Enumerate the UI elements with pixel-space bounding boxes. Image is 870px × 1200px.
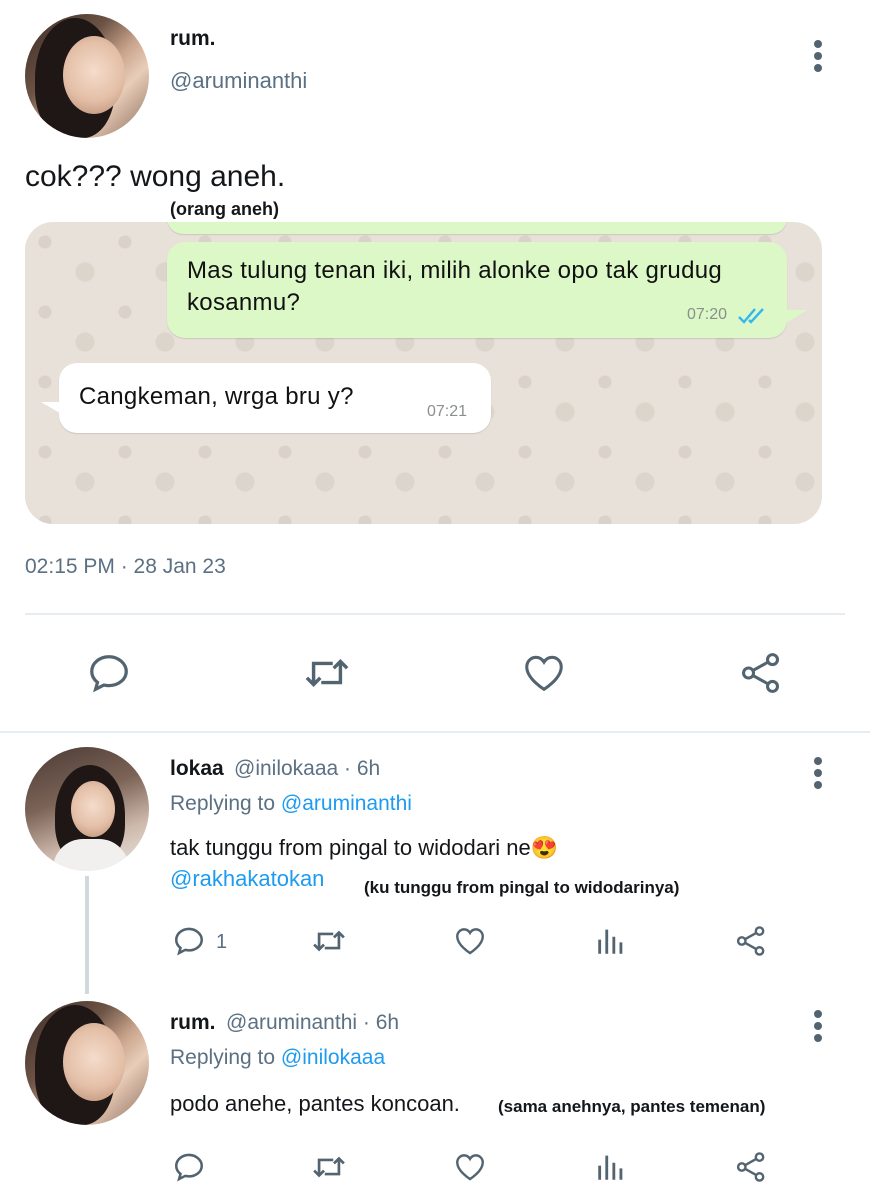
reply1-analytics-icon[interactable] bbox=[594, 924, 628, 958]
incoming-tail bbox=[41, 402, 65, 416]
reply-icon[interactable] bbox=[86, 650, 132, 696]
incoming-message-text: Cangkeman, wrga bru y? bbox=[79, 383, 354, 410]
reply2-reply-icon[interactable] bbox=[172, 1150, 206, 1184]
outgoing-tail bbox=[781, 310, 807, 326]
tweet-text: cok??? wong aneh. bbox=[25, 160, 286, 193]
translation-annotation: (orang aneh) bbox=[170, 199, 280, 219]
reply2-handle-time[interactable]: @aruminanthi · 6h bbox=[226, 1011, 399, 1035]
outgoing-message[interactable]: Mas tulung tenan iki, milih alonke opo t… bbox=[167, 242, 787, 338]
avatar-rum[interactable] bbox=[25, 14, 149, 138]
replying-to-link[interactable]: @aruminanthi bbox=[281, 792, 412, 815]
previous-bubble-edge bbox=[167, 222, 787, 234]
reply1-share-icon[interactable] bbox=[734, 924, 768, 958]
divider bbox=[25, 613, 845, 615]
avatar-rum-reply[interactable] bbox=[25, 1001, 149, 1125]
replying-label: Replying to bbox=[170, 1046, 276, 1069]
section-divider bbox=[0, 731, 870, 733]
retweet-icon[interactable] bbox=[302, 650, 352, 696]
reply2-retweet-icon[interactable] bbox=[310, 1150, 348, 1184]
handle[interactable]: @aruminanthi bbox=[170, 68, 307, 94]
reply2-display-name[interactable]: rum. bbox=[170, 1011, 216, 1035]
read-receipt-icon bbox=[737, 306, 767, 331]
tweet-timestamp[interactable]: 02:15 PM · 28 Jan 23 bbox=[25, 555, 226, 579]
reply1-annotation: (ku tunggu from pingal to widodarinya) bbox=[364, 878, 680, 897]
reply1-like-icon[interactable] bbox=[452, 924, 488, 958]
reply1-mention-link[interactable]: @rakhakatokan bbox=[170, 866, 324, 892]
share-icon[interactable] bbox=[738, 650, 784, 696]
reply1-more-options-icon[interactable] bbox=[814, 757, 824, 793]
reply2-replying-to: Replying to @inilokaaa bbox=[170, 1046, 385, 1070]
reply2-share-icon[interactable] bbox=[734, 1150, 768, 1184]
incoming-message[interactable]: Cangkeman, wrga bru y? 07:21 bbox=[59, 363, 491, 433]
like-icon[interactable] bbox=[520, 650, 568, 696]
reply2-more-options-icon[interactable] bbox=[814, 1010, 824, 1046]
reply1-retweet-icon[interactable] bbox=[310, 924, 348, 958]
chat-screenshot[interactable]: Mas tulung tenan iki, milih alonke opo t… bbox=[25, 222, 822, 524]
reply2-annotation: (sama anehnya, pantes temenan) bbox=[498, 1097, 766, 1116]
reply1-text: tak tunggu from pingal to widodari ne😍 bbox=[170, 835, 559, 860]
more-options-icon[interactable] bbox=[814, 40, 824, 76]
reply1-reply-count: 1 bbox=[216, 931, 228, 953]
incoming-message-time: 07:21 bbox=[427, 403, 468, 420]
outgoing-message-text: Mas tulung tenan iki, milih alonke opo t… bbox=[187, 257, 723, 316]
reply2-analytics-icon[interactable] bbox=[594, 1150, 628, 1184]
reply1-handle-time[interactable]: @inilokaaa · 6h bbox=[234, 757, 380, 781]
reply1-replying-to: Replying to @aruminanthi bbox=[170, 792, 412, 816]
display-name[interactable]: rum. bbox=[170, 27, 216, 51]
thread-line bbox=[85, 876, 89, 994]
reply1-display-name[interactable]: lokaa bbox=[170, 757, 224, 781]
avatar-lokaa[interactable] bbox=[25, 747, 149, 871]
replying-label: Replying to bbox=[170, 792, 276, 815]
reply2-text: podo anehe, pantes koncoan. bbox=[170, 1091, 460, 1116]
reply1-reply-icon[interactable] bbox=[172, 924, 206, 958]
outgoing-message-time: 07:20 bbox=[687, 306, 728, 323]
replying-to-link[interactable]: @inilokaaa bbox=[281, 1046, 385, 1069]
reply2-like-icon[interactable] bbox=[452, 1150, 488, 1184]
